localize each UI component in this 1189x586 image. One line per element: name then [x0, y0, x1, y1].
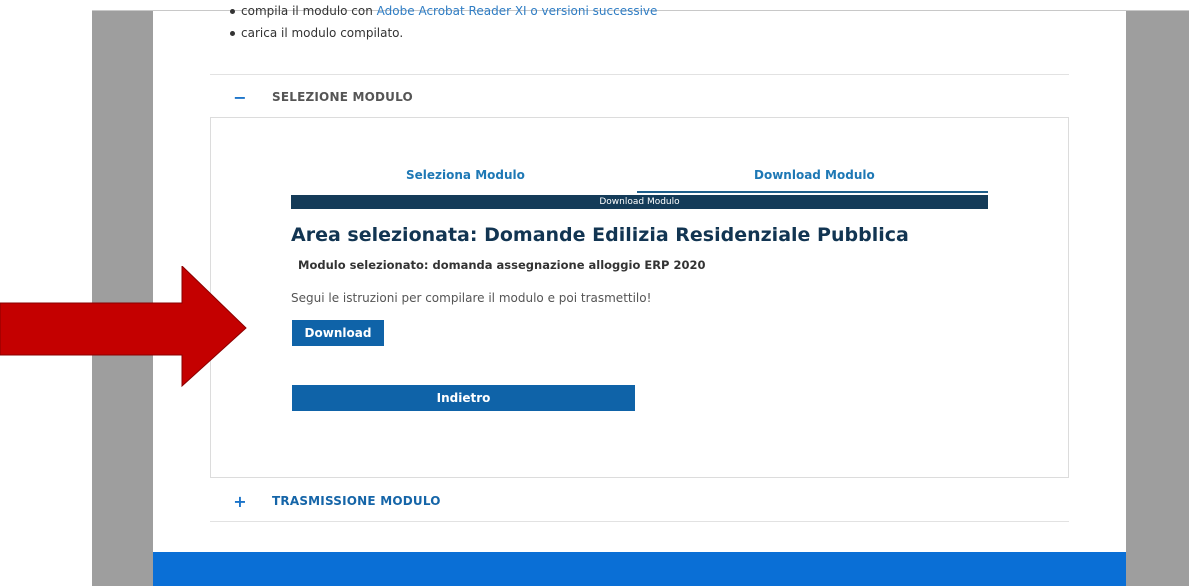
tab-seleziona-modulo[interactable]: Seleziona Modulo	[406, 168, 525, 182]
download-button[interactable]: Download	[292, 320, 384, 346]
back-button[interactable]: Indietro	[292, 385, 635, 411]
selected-module-label: Modulo selezionato: domanda assegnazione…	[298, 258, 706, 272]
tab-download-modulo[interactable]: Download Modulo	[754, 168, 875, 182]
right-margin	[1126, 11, 1189, 586]
accordion-header-selezione[interactable]: − SELEZIONE MODULO	[210, 75, 1069, 119]
active-tab-indicator	[637, 191, 988, 193]
bullet-icon	[230, 9, 235, 14]
accordion-title-selezione: SELEZIONE MODULO	[272, 90, 413, 104]
list-item: carica il modulo compilato.	[230, 26, 403, 40]
accordion-header-trasmissione[interactable]: + TRASMISSIONE MODULO	[210, 479, 1069, 523]
divider	[210, 521, 1069, 522]
list-item-text: compila il modulo con	[241, 4, 377, 18]
list-item: compila il modulo con Adobe Acrobat Read…	[230, 4, 657, 18]
page-title: Area selezionata: Domande Edilizia Resid…	[291, 224, 909, 246]
progress-bar: Download Modulo	[291, 195, 988, 209]
collapse-icon: −	[233, 87, 247, 107]
expand-icon: +	[233, 491, 247, 511]
acrobat-link[interactable]: Adobe Acrobat Reader XI o versioni succe…	[377, 4, 658, 18]
list-item-text: carica il modulo compilato.	[241, 26, 404, 40]
red-arrow-icon	[0, 266, 247, 388]
accordion-title-trasmissione: TRASMISSIONE MODULO	[272, 494, 441, 508]
footer-bar	[153, 552, 1126, 586]
instructions-text: Segui le istruzioni per compilare il mod…	[291, 291, 652, 305]
bullet-icon	[230, 31, 235, 36]
